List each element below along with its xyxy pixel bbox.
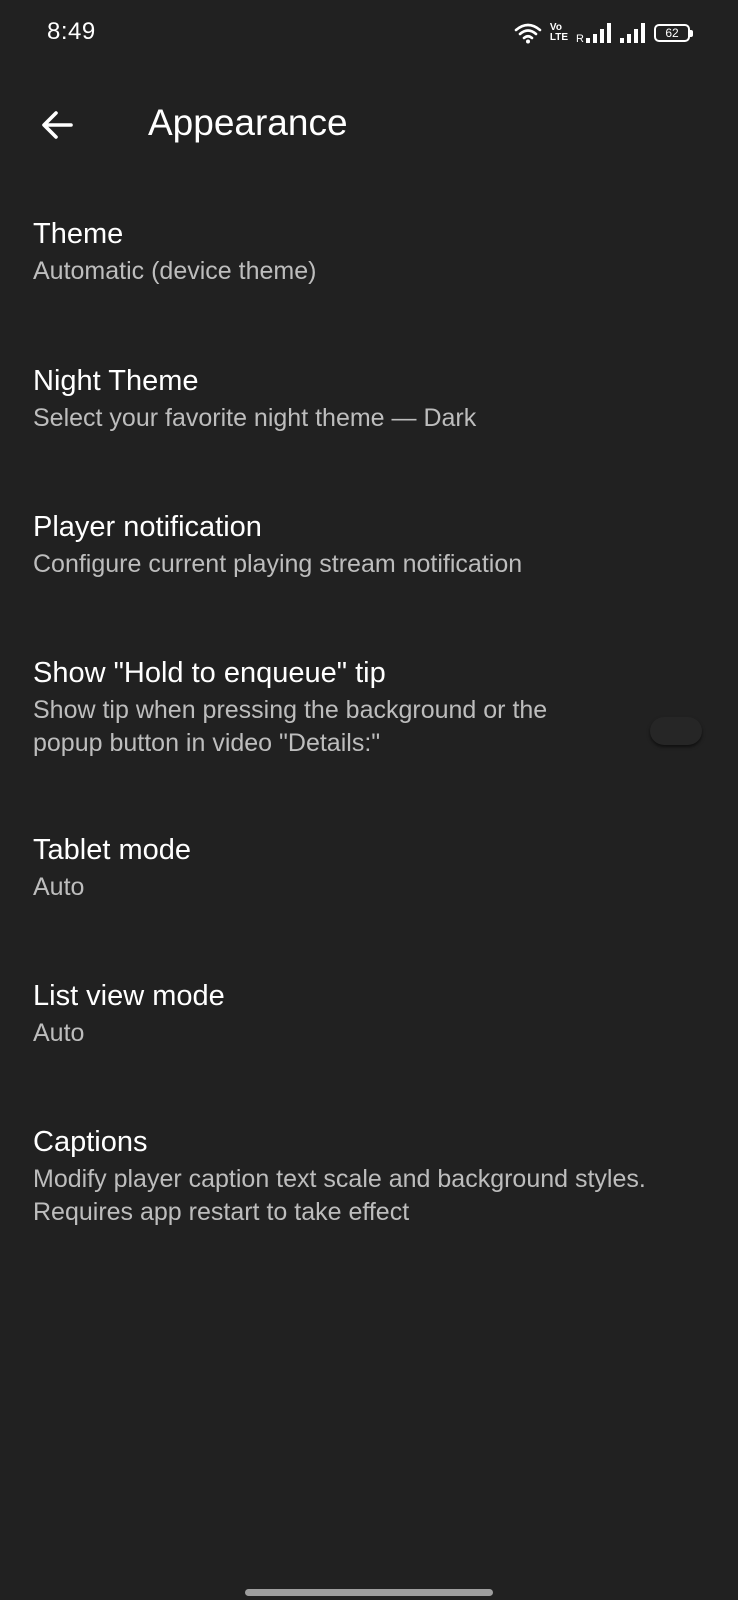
pref-captions[interactable]: Captions Modify player caption text scal… [0,1109,738,1289]
pref-tablet-mode[interactable]: Tablet mode Auto [0,817,738,963]
battery-level: 62 [665,26,679,40]
pref-title: Night Theme [33,365,199,397]
pref-title: Captions [33,1126,148,1158]
pref-title: Tablet mode [33,834,191,866]
pref-summary: Select your favorite night theme — Dark [33,404,477,432]
status-icons: Vo LTE R 62 [514,18,693,48]
pref-title: List view mode [33,980,225,1012]
home-indicator[interactable] [245,1589,493,1596]
signal-strength-icon-sim1 [586,23,611,43]
roaming-indicator: R [576,33,584,45]
pref-title: Theme [33,218,124,250]
pref-title: Player notification [33,511,262,543]
pref-summary: Configure current playing stream notific… [33,550,523,578]
pref-summary: Modify player caption text scale and bac… [33,1165,646,1226]
app-bar: Appearance [0,80,738,170]
wifi-icon [514,23,542,44]
status-time: 8:49 [47,18,96,45]
volte-icon: Vo LTE [549,22,569,43]
hold-to-enqueue-toggle[interactable] [650,717,702,745]
pref-summary: Auto [33,1019,85,1047]
pref-night-theme[interactable]: Night Theme Select your favorite night t… [0,343,738,489]
pref-summary: Automatic (device theme) [33,257,317,285]
status-bar: 8:49 Vo LTE R 62 [0,0,738,70]
pref-theme[interactable]: Theme Automatic (device theme) [0,195,738,343]
settings-list: Theme Automatic (device theme) Night The… [0,195,738,1289]
pref-summary: Auto [33,873,85,901]
back-button[interactable] [30,98,84,152]
pref-summary: Show tip when pressing the background or… [33,696,548,757]
signal-strength-icon-sim2 [620,23,645,43]
pref-hold-to-enqueue-tip[interactable]: Show "Hold to enqueue" tip Show tip when… [0,637,738,817]
battery-icon: 62 [654,24,693,42]
pref-player-notification[interactable]: Player notification Configure current pl… [0,489,738,637]
arrow-left-icon [42,111,73,139]
pref-title: Show "Hold to enqueue" tip [33,657,386,689]
page-title: Appearance [148,102,348,143]
pref-list-view-mode[interactable]: List view mode Auto [0,963,738,1109]
